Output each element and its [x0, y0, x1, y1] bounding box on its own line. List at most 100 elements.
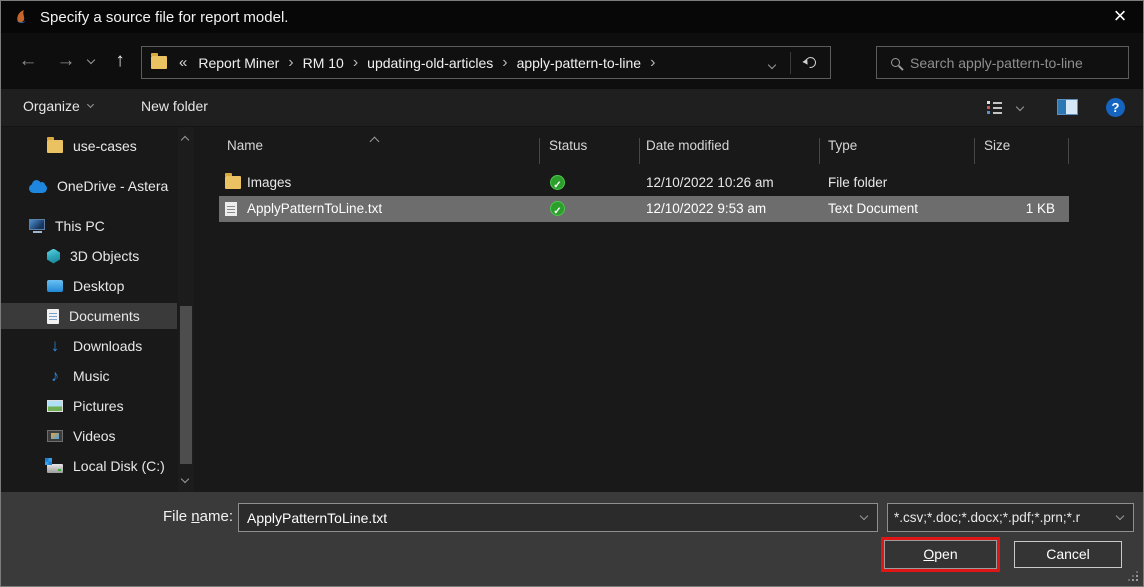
navigation-bar: « Report Miner › RM 10 › updating-old-ar… — [1, 33, 1143, 89]
scrollbar-thumb[interactable] — [180, 306, 192, 464]
app-logo-icon — [12, 8, 30, 26]
sidebar-item-documents[interactable]: Documents — [1, 303, 177, 329]
file-row-images[interactable]: Images 12/10/2022 10:26 am File folder — [219, 170, 1069, 196]
sidebar-item-label: Documents — [69, 308, 140, 324]
search-input[interactable] — [910, 55, 1128, 71]
file-name-input[interactable] — [239, 510, 861, 526]
file-name-label: File name: — [101, 508, 233, 525]
file-name: ApplyPatternToLine.txt — [247, 201, 382, 216]
scroll-down-icon[interactable] — [181, 475, 189, 483]
open-button-mnemonic: O — [923, 546, 934, 562]
forward-button[interactable] — [51, 47, 81, 75]
organize-button[interactable]: Organize — [23, 98, 93, 114]
column-header-status[interactable]: Status — [549, 138, 587, 153]
sidebar-item-use-cases[interactable]: use-cases — [1, 133, 177, 159]
file-name-label-pre: File — [163, 508, 191, 525]
open-button-rest: pen — [934, 546, 957, 562]
search-icon — [891, 58, 900, 67]
file-row-applypatterntoline[interactable]: ApplyPatternToLine.txt 12/10/2022 9:53 a… — [219, 196, 1069, 222]
download-arrow-icon — [47, 338, 63, 354]
column-divider[interactable] — [974, 138, 975, 164]
view-options-chevron-icon[interactable] — [1016, 103, 1024, 111]
sidebar-item-3d-objects[interactable]: 3D Objects — [1, 243, 177, 269]
history-dropdown-icon[interactable] — [87, 56, 95, 64]
file-name-combobox[interactable] — [238, 503, 878, 532]
sidebar-item-label: Music — [73, 368, 110, 384]
help-icon[interactable] — [1106, 98, 1125, 117]
sort-ascending-icon — [370, 137, 380, 147]
address-dropdown-icon[interactable] — [754, 55, 790, 71]
breadcrumb-separator-icon: › — [286, 54, 295, 72]
new-folder-button[interactable]: New folder — [141, 98, 208, 114]
breadcrumb-item[interactable]: updating-old-articles — [360, 55, 500, 71]
file-name: Images — [247, 175, 291, 190]
sidebar-item-label: Downloads — [73, 338, 142, 354]
breadcrumb-item[interactable]: apply-pattern-to-line — [510, 55, 649, 71]
column-divider[interactable] — [639, 138, 640, 164]
chevron-down-icon[interactable] — [1116, 512, 1124, 520]
file-open-dialog: Specify a source file for report model. … — [0, 0, 1144, 587]
column-header-size[interactable]: Size — [984, 138, 1010, 153]
details-view-icon[interactable] — [987, 100, 1002, 114]
sidebar-item-pictures[interactable]: Pictures — [1, 393, 177, 419]
open-button[interactable]: Open — [884, 540, 997, 569]
scroll-up-icon[interactable] — [181, 136, 189, 144]
sidebar-item-music[interactable]: Music — [1, 363, 177, 389]
breadcrumb-separator-icon: › — [351, 54, 360, 72]
breadcrumb-item[interactable]: Report Miner — [191, 55, 286, 71]
title-bar: Specify a source file for report model. — [1, 1, 1143, 33]
column-header-type[interactable]: Type — [828, 138, 857, 153]
column-header-date-modified[interactable]: Date modified — [646, 138, 729, 153]
sidebar-item-onedrive[interactable]: OneDrive - Astera — [1, 173, 177, 199]
picture-icon — [47, 400, 63, 412]
file-type: Text Document — [828, 201, 918, 216]
folder-icon — [225, 176, 241, 189]
organize-label: Organize — [23, 98, 80, 114]
onedrive-cloud-icon — [29, 184, 47, 193]
address-bar[interactable]: « Report Miner › RM 10 › updating-old-ar… — [141, 46, 831, 79]
dialog-footer: File name: *.csv;*.doc;*.docx;*.pdf;*.pr… — [1, 492, 1143, 586]
column-header-row: Name Status Date modified Type Size — [219, 133, 1069, 159]
sidebar-item-local-disk-c[interactable]: Local Disk (C:) — [1, 453, 177, 479]
back-button[interactable] — [13, 47, 43, 75]
column-divider[interactable] — [539, 138, 540, 164]
text-file-icon — [225, 202, 237, 216]
cancel-button[interactable]: Cancel — [1014, 541, 1122, 568]
file-name-label-mnemonic: n — [191, 508, 199, 525]
sidebar-item-label: Desktop — [73, 278, 124, 294]
dialog-content: use-cases OneDrive - Astera This PC 3D O… — [1, 127, 1143, 492]
column-divider[interactable] — [1068, 138, 1069, 164]
file-date-modified: 12/10/2022 10:26 am — [646, 175, 774, 190]
sidebar-scrollbar[interactable] — [178, 127, 194, 492]
breadcrumb-separator-icon: › — [648, 54, 657, 72]
preview-pane-icon[interactable] — [1057, 99, 1078, 115]
close-icon[interactable] — [1097, 1, 1143, 33]
search-box[interactable] — [876, 46, 1129, 79]
file-type-combobox[interactable]: *.csv;*.doc;*.docx;*.pdf;*.prn;*.r — [887, 503, 1134, 532]
column-divider[interactable] — [819, 138, 820, 164]
breadcrumb-item[interactable]: RM 10 — [296, 55, 351, 71]
file-name-label-post: ame: — [200, 508, 233, 525]
sidebar-item-desktop[interactable]: Desktop — [1, 273, 177, 299]
sidebar-item-downloads[interactable]: Downloads — [1, 333, 177, 359]
refresh-icon[interactable] — [791, 55, 830, 71]
sidebar-item-label: 3D Objects — [70, 248, 139, 264]
desktop-icon — [47, 280, 63, 292]
sidebar-item-label: use-cases — [73, 138, 137, 154]
folder-icon — [151, 56, 167, 69]
folder-icon — [47, 140, 63, 153]
new-folder-label: New folder — [141, 98, 208, 114]
sidebar-item-videos[interactable]: Videos — [1, 423, 177, 449]
toolbar: Organize New folder — [1, 89, 1143, 127]
up-button[interactable] — [105, 47, 135, 75]
resize-grip[interactable] — [1126, 569, 1138, 581]
column-header-name[interactable]: Name — [227, 138, 263, 153]
sidebar-item-this-pc[interactable]: This PC — [1, 213, 177, 239]
3d-cube-icon — [47, 249, 60, 264]
breadcrumb: « Report Miner › RM 10 › updating-old-ar… — [175, 54, 754, 72]
chevron-down-icon[interactable] — [860, 512, 868, 520]
breadcrumb-overflow[interactable]: « — [175, 54, 191, 71]
disk-drive-icon — [47, 464, 63, 473]
dialog-title: Specify a source file for report model. — [40, 9, 288, 26]
synced-status-icon — [550, 175, 565, 190]
